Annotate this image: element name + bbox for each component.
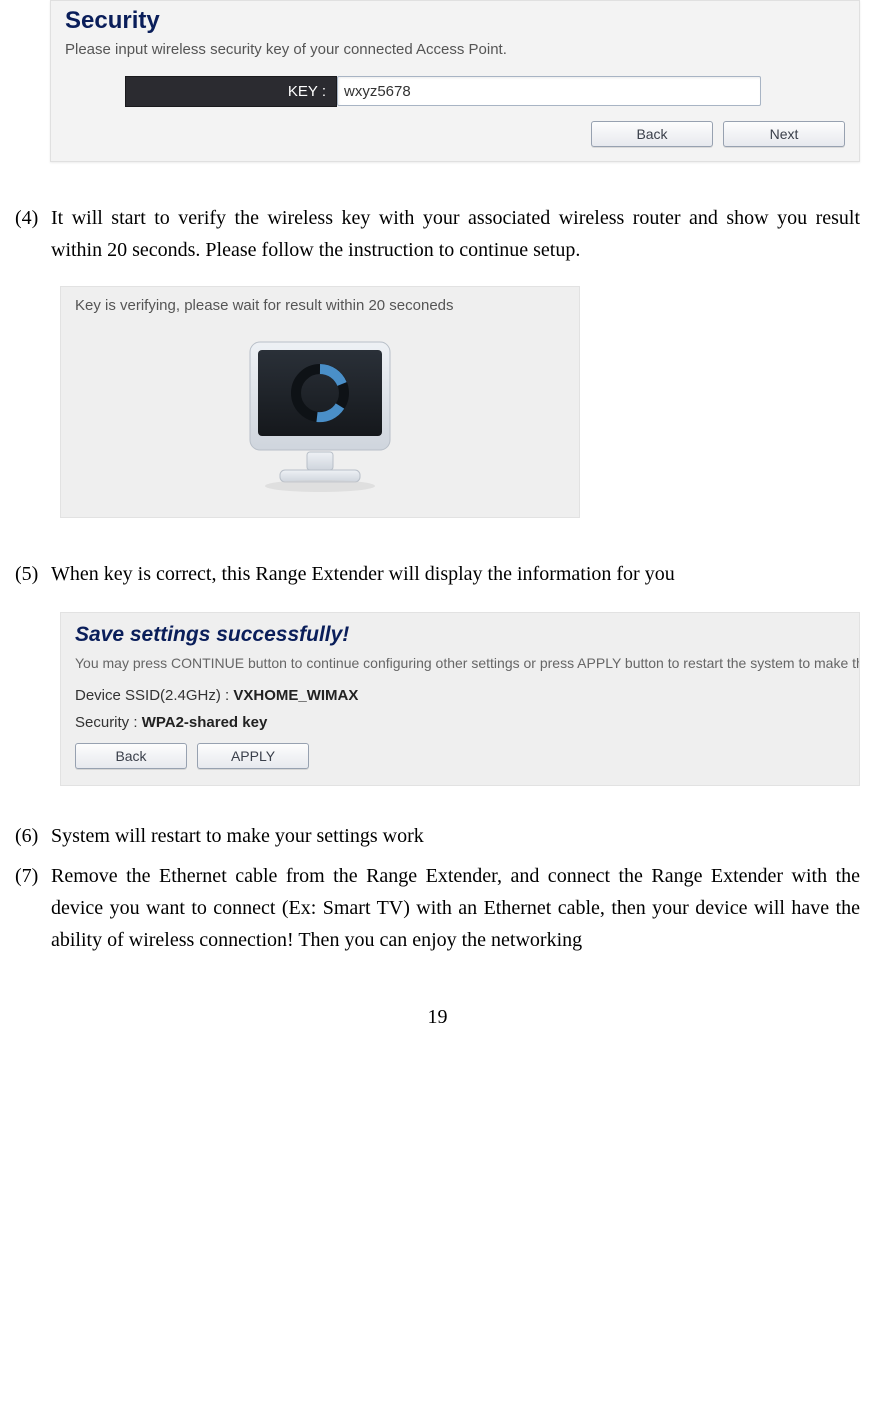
save-title: Save settings successfully! (75, 623, 845, 647)
security-line: Security : WPA2-shared key (75, 714, 845, 731)
key-label: KEY : (125, 76, 337, 107)
verify-title: Key is verifying, please wait for result… (75, 297, 565, 314)
step-4: (4) It will start to verify the wireless… (15, 202, 860, 266)
key-row: KEY : (125, 76, 845, 107)
monitor-icon (235, 334, 405, 499)
step-5-text: When key is correct, this Range Extender… (51, 558, 860, 590)
step-4-text: It will start to verify the wireless key… (51, 202, 860, 266)
save-subtitle: You may press CONTINUE button to continu… (75, 655, 845, 671)
save-button-row: Back APPLY (75, 743, 845, 769)
security-panel: Security Please input wireless security … (50, 0, 860, 162)
back-button[interactable]: Back (591, 121, 713, 147)
page-number: 19 (15, 1006, 860, 1029)
monitor-graphic (75, 326, 565, 499)
step-5-num: (5) (15, 558, 51, 590)
apply-button[interactable]: APPLY (197, 743, 309, 769)
step-7-text: Remove the Ethernet cable from the Range… (51, 860, 860, 956)
ssid-value: VXHOME_WIMAX (233, 687, 358, 704)
security-label: Security : (75, 714, 142, 731)
step-7: (7) Remove the Ethernet cable from the R… (15, 860, 860, 956)
step-6-text: System will restart to make your setting… (51, 820, 860, 852)
step-7-num: (7) (15, 860, 51, 892)
step-5: (5) When key is correct, this Range Exte… (15, 558, 860, 590)
security-value: WPA2-shared key (142, 714, 268, 731)
step-4-num: (4) (15, 202, 51, 234)
key-input[interactable] (337, 76, 761, 106)
next-button[interactable]: Next (723, 121, 845, 147)
verify-panel: Key is verifying, please wait for result… (60, 286, 580, 518)
security-button-row: Back Next (65, 121, 845, 147)
ssid-label: Device SSID(2.4GHz) : (75, 687, 233, 704)
step-6-num: (6) (15, 820, 51, 852)
ssid-line: Device SSID(2.4GHz) : VXHOME_WIMAX (75, 687, 845, 704)
step-6: (6) System will restart to make your set… (15, 820, 860, 852)
save-back-button[interactable]: Back (75, 743, 187, 769)
security-subtitle: Please input wireless security key of yo… (65, 41, 845, 58)
save-panel: Save settings successfully! You may pres… (60, 612, 860, 786)
security-title: Security (65, 7, 845, 35)
